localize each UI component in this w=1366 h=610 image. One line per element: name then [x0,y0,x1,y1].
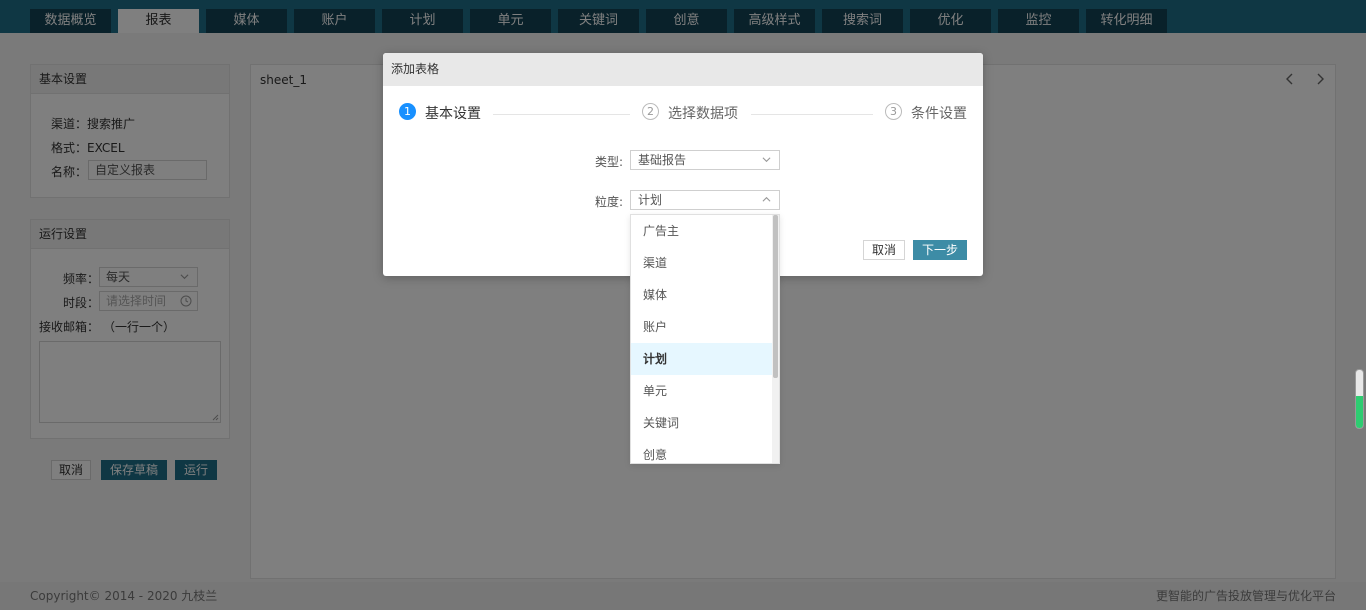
step-1-label: 基本设置 [425,106,481,122]
type-value: 基础报告 [638,153,687,167]
step-divider [493,114,630,115]
dropdown-option-plan[interactable]: 计划 [631,343,779,375]
dropdown-option-media[interactable]: 媒体 [631,279,779,311]
step-3-label: 条件设置 [911,106,967,122]
step-1-icon: 1 [399,103,416,120]
dropdown-option-keyword[interactable]: 关键词 [631,407,779,439]
dropdown-option-account[interactable]: 账户 [631,311,779,343]
step-divider [751,114,873,115]
dropdown-scroll-thumb[interactable] [773,215,778,378]
type-label: 类型: [595,155,624,169]
side-level-fill [1356,396,1363,428]
chevron-up-icon [762,196,771,202]
next-step-button[interactable]: 下一步 [913,240,967,260]
step-3-icon: 3 [885,103,902,120]
step-2-icon: 2 [642,103,659,120]
dropdown-option-unit[interactable]: 单元 [631,375,779,407]
modal-title: 添加表格 [383,53,983,86]
dropdown-scrollbar[interactable] [772,215,779,463]
granularity-value: 计划 [638,193,663,207]
type-select[interactable]: 基础报告 [630,150,780,170]
chevron-down-icon [762,157,771,163]
dropdown-option-advertiser[interactable]: 广告主 [631,215,779,247]
side-level-indicator[interactable] [1355,369,1364,429]
granularity-label: 粒度: [595,195,624,209]
step-2-label: 选择数据项 [668,106,738,122]
dropdown-option-channel[interactable]: 渠道 [631,247,779,279]
granularity-dropdown: 广告主 渠道 媒体 账户 计划 单元 关键词 创意 [630,214,780,464]
granularity-select[interactable]: 计划 [630,190,780,210]
dropdown-option-creative[interactable]: 创意 [631,439,779,463]
modal-cancel-button[interactable]: 取消 [863,240,905,260]
